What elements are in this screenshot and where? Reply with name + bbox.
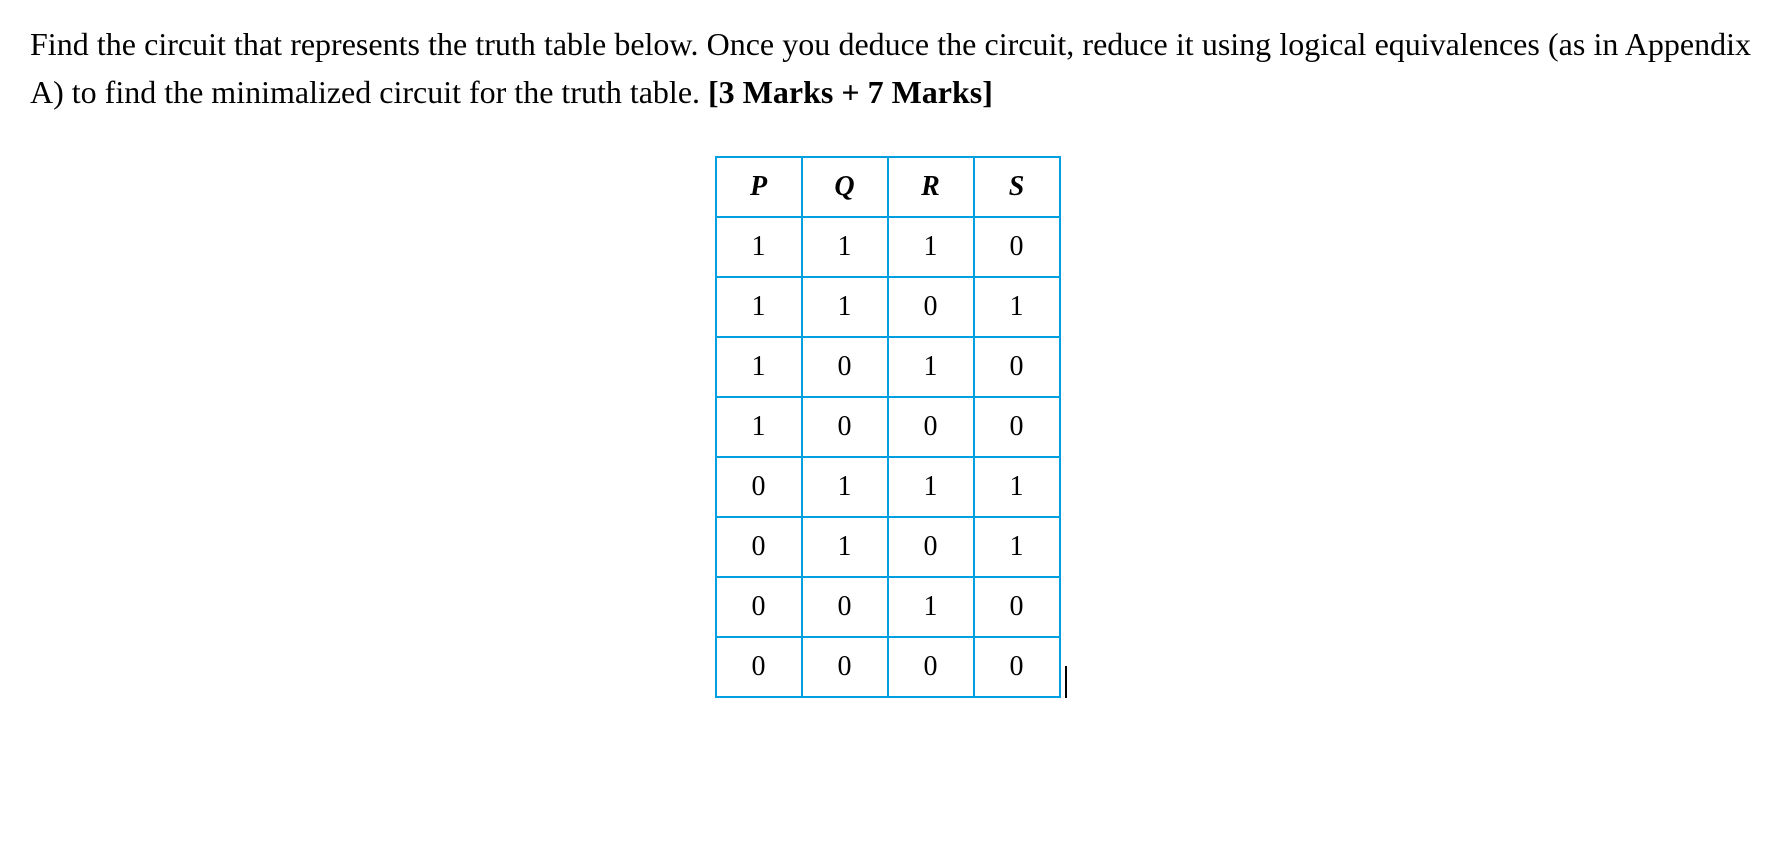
truth-table-container: P Q R S 1 1 1 0 1 1 0 1 1 0 1 [30,156,1751,698]
cell: 0 [802,577,888,637]
cell: 0 [802,337,888,397]
header-r: R [888,157,974,217]
cell: 1 [716,397,802,457]
table-row: 1 0 0 0 [716,397,1060,457]
table-row: 0 0 1 0 [716,577,1060,637]
header-p: P [716,157,802,217]
table-header-row: P Q R S [716,157,1060,217]
cell: 0 [802,397,888,457]
cell: 0 [716,517,802,577]
cell: 0 [974,337,1060,397]
cell: 1 [888,217,974,277]
text-cursor [1065,666,1067,698]
cell: 0 [974,637,1060,697]
cell: 0 [716,457,802,517]
table-body: 1 1 1 0 1 1 0 1 1 0 1 0 1 0 0 0 [716,217,1060,697]
cell: 0 [802,637,888,697]
cell: 1 [802,277,888,337]
cell: 1 [802,217,888,277]
question-text: Find the circuit that represents the tru… [30,20,1751,116]
cell: 0 [716,577,802,637]
table-row: 1 0 1 0 [716,337,1060,397]
cell: 0 [888,397,974,457]
table-row: 1 1 0 1 [716,277,1060,337]
question-marks: [3 Marks + 7 Marks] [708,74,993,110]
header-s: S [974,157,1060,217]
cell: 0 [888,637,974,697]
table-row: 0 1 0 1 [716,517,1060,577]
cell: 1 [802,457,888,517]
cell: 1 [974,517,1060,577]
cell: 0 [888,517,974,577]
cell: 1 [716,217,802,277]
cell: 1 [716,337,802,397]
cell: 1 [974,457,1060,517]
table-row: 1 1 1 0 [716,217,1060,277]
table-row: 0 1 1 1 [716,457,1060,517]
cell: 1 [888,337,974,397]
header-q: Q [802,157,888,217]
cell: 0 [716,637,802,697]
cell: 1 [888,577,974,637]
cell: 0 [974,577,1060,637]
cell: 0 [974,397,1060,457]
table-row: 0 0 0 0 [716,637,1060,697]
truth-table: P Q R S 1 1 1 0 1 1 0 1 1 0 1 [715,156,1061,698]
cell: 1 [716,277,802,337]
cell: 1 [802,517,888,577]
cell: 1 [888,457,974,517]
cell: 0 [888,277,974,337]
cell: 1 [974,277,1060,337]
cell: 0 [974,217,1060,277]
